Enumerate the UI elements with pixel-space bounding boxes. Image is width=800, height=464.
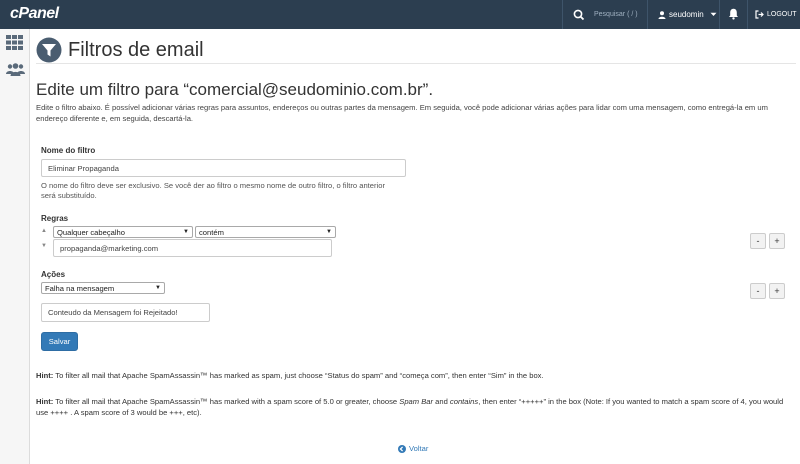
- user-menu[interactable]: seudomin: [658, 0, 717, 29]
- logout-label: LOGOUT: [767, 11, 797, 18]
- users-icon[interactable]: [6, 63, 25, 76]
- navbar-divider: [747, 0, 748, 29]
- filter-name-help: O nome do filtro deve ser exclusivo. Se …: [41, 181, 385, 200]
- navbar-divider: [647, 0, 648, 29]
- page-description: Edite o filtro abaixo. É possível adicio…: [36, 103, 768, 123]
- remove-rule-button[interactable]: -: [750, 233, 766, 249]
- hint-emphasis: Spam Bar: [399, 397, 434, 406]
- back-link[interactable]: Voltar: [398, 444, 428, 453]
- page-subtitle: Edite um filtro para “comercial@seudomin…: [36, 80, 434, 99]
- back-label: Voltar: [409, 444, 429, 453]
- hint-spam-score: Hint: To filter all mail that Apache Spa…: [36, 396, 791, 418]
- user-icon: [658, 10, 666, 19]
- top-navbar: cPanel Pesquisar ( / ) seudomin LOGOUT: [0, 0, 800, 29]
- logout-button[interactable]: LOGOUT: [755, 0, 797, 29]
- hint-text: To filter all mail that Apache SpamAssas…: [53, 371, 544, 380]
- hint-spam-status: Hint: To filter all mail that Apache Spa…: [36, 370, 791, 381]
- remove-action-button[interactable]: -: [750, 283, 766, 299]
- search-box[interactable]: Pesquisar ( / ): [565, 0, 645, 29]
- chevron-down-icon: ▼: [155, 285, 161, 291]
- cpanel-logo[interactable]: cPanel: [10, 5, 59, 23]
- rule-operator-select-value: contém: [199, 227, 224, 237]
- filter-name-input[interactable]: Eliminar Propaganda: [41, 159, 406, 177]
- add-action-button[interactable]: +: [769, 283, 785, 299]
- save-button[interactable]: Salvar: [41, 332, 78, 351]
- hint-text: To filter all mail that Apache SpamAssas…: [53, 397, 400, 406]
- actions-label: Ações: [41, 270, 66, 279]
- header-divider: [36, 63, 796, 64]
- email-filter-icon: [36, 37, 62, 63]
- logout-icon: [755, 10, 764, 19]
- action-select-value: Falha na mensagem: [45, 283, 115, 293]
- bell-icon[interactable]: [728, 8, 739, 20]
- navbar-divider: [562, 0, 563, 29]
- action-value-input[interactable]: Conteudo da Mensagem foi Rejeitado!: [41, 303, 210, 322]
- navbar-divider: [719, 0, 720, 29]
- search-icon: [573, 9, 585, 20]
- hint-label: Hint:: [36, 397, 54, 406]
- chevron-down-icon: ▼: [183, 229, 189, 235]
- hint-label: Hint:: [36, 371, 54, 380]
- add-rule-button[interactable]: +: [769, 233, 785, 249]
- hint-text: and: [433, 397, 450, 406]
- action-select[interactable]: Falha na mensagem ▼: [41, 282, 165, 294]
- rule-header-select[interactable]: Qualquer cabeçalho ▼: [53, 226, 193, 238]
- page-title: Filtros de email: [68, 38, 204, 61]
- back-arrow-icon: [398, 444, 406, 453]
- chevron-down-icon: [710, 12, 717, 16]
- rule-value-input[interactable]: propaganda@marketing.com: [53, 239, 332, 257]
- hint-emphasis: contains: [449, 397, 479, 406]
- rule-operator-select[interactable]: contém ▼: [195, 226, 336, 238]
- rule-header-select-value: Qualquer cabeçalho: [57, 227, 125, 237]
- sidebar: [0, 29, 30, 464]
- grid-icon[interactable]: [6, 35, 23, 50]
- rules-label: Regras: [41, 214, 69, 223]
- move-up-icon[interactable]: ▲: [41, 228, 47, 234]
- username: seudomin: [669, 10, 704, 19]
- filter-name-label: Nome do filtro: [41, 146, 96, 155]
- search-placeholder: Pesquisar ( / ): [594, 11, 638, 18]
- move-down-icon[interactable]: ▼: [41, 243, 47, 249]
- chevron-down-icon: ▼: [326, 229, 332, 235]
- page-header: Filtros de email: [36, 37, 204, 63]
